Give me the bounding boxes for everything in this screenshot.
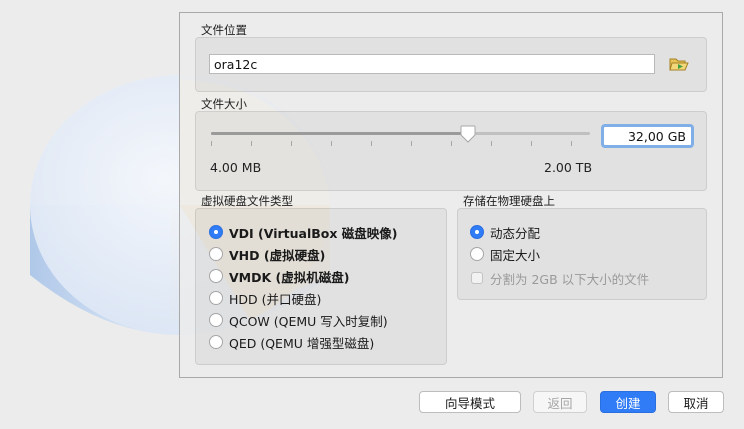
size-group: [195, 111, 707, 191]
cancel-button[interactable]: 取消: [668, 391, 724, 413]
size-slider-thumb[interactable]: [459, 125, 477, 143]
file-type-section-title: 虚拟硬盘文件类型: [201, 194, 293, 208]
slider-tick: [251, 141, 252, 146]
slider-tick: [531, 141, 532, 146]
radio-button[interactable]: [209, 247, 223, 261]
folder-open-icon[interactable]: [669, 55, 689, 73]
slider-tick: [331, 141, 332, 146]
radio-label: VMDK (虚拟机磁盘): [229, 269, 350, 285]
size-input[interactable]: [601, 124, 694, 148]
radio-button[interactable]: [470, 225, 484, 239]
radio-label: VHD (虚拟硬盘): [229, 247, 326, 263]
size-max-label: 2.00 TB: [544, 160, 593, 175]
split-files-checkbox[interactable]: 分割为 2GB 以下大小的文件: [471, 268, 649, 288]
checkbox-label: 分割为 2GB 以下大小的文件: [490, 271, 650, 287]
radio-button[interactable]: [209, 269, 223, 283]
slider-tick: [371, 141, 372, 146]
checkbox[interactable]: [471, 272, 483, 284]
radio-label: VDI (VirtualBox 磁盘映像): [229, 225, 398, 241]
radio-label: HDD (并口硬盘): [229, 291, 322, 307]
radio-label: QED (QEMU 增强型磁盘): [229, 335, 375, 351]
slider-tick: [411, 141, 412, 146]
slider-tick: [571, 141, 572, 146]
radio-qed[interactable]: QED (QEMU 增强型磁盘): [209, 332, 374, 352]
radio-vhd[interactable]: VHD (虚拟硬盘): [209, 244, 325, 264]
radio-dynamic[interactable]: 动态分配: [470, 222, 540, 242]
size-min-label: 4.00 MB: [210, 160, 262, 175]
storage-section-title: 存储在物理硬盘上: [463, 194, 555, 208]
radio-label: 固定大小: [490, 247, 541, 263]
back-button[interactable]: 返回: [533, 391, 587, 413]
radio-label: QCOW (QEMU 写入时复制): [229, 313, 388, 329]
file-location-input[interactable]: [209, 54, 655, 74]
radio-button[interactable]: [470, 247, 484, 261]
slider-tick: [291, 141, 292, 146]
settings-panel: 文件位置 文件大小 4.00 MB 2.00 TB 虚拟硬盘文件类型 VDI (…: [179, 12, 723, 378]
radio-label: 动态分配: [490, 225, 541, 241]
slider-tick: [451, 141, 452, 146]
radio-button[interactable]: [209, 335, 223, 349]
size-section-title: 文件大小: [201, 97, 247, 111]
create-button[interactable]: 创建: [600, 391, 656, 413]
size-slider-fill: [211, 132, 468, 135]
radio-button[interactable]: [209, 225, 223, 239]
slider-tick: [491, 141, 492, 146]
slider-tick: [211, 141, 212, 146]
radio-fixed[interactable]: 固定大小: [470, 244, 540, 264]
radio-button[interactable]: [209, 313, 223, 327]
radio-button[interactable]: [209, 291, 223, 305]
guided-mode-button[interactable]: 向导模式: [419, 391, 521, 413]
radio-vdi[interactable]: VDI (VirtualBox 磁盘映像): [209, 222, 398, 242]
radio-hdd[interactable]: HDD (并口硬盘): [209, 288, 321, 308]
radio-qcow[interactable]: QCOW (QEMU 写入时复制): [209, 310, 388, 330]
location-section-title: 文件位置: [201, 23, 247, 37]
radio-vmdk[interactable]: VMDK (虚拟机磁盘): [209, 266, 349, 286]
size-slider-track[interactable]: [211, 132, 590, 135]
